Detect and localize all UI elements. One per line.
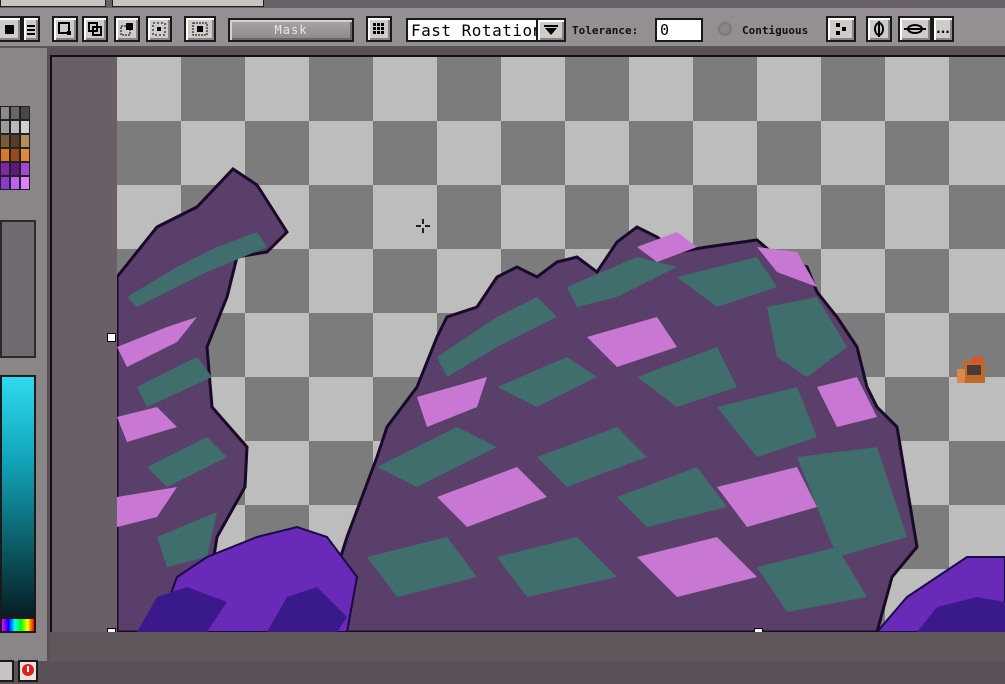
swap-color-button[interactable]: [0, 660, 14, 682]
lines-icon: [27, 25, 35, 35]
flip-h-button[interactable]: [866, 16, 892, 42]
canvas-bottom-bar: [50, 632, 1005, 661]
grid-select-icon: [152, 22, 166, 36]
palette-swatch[interactable]: [20, 176, 30, 190]
solid-square-icon: [5, 25, 14, 34]
tolerance-input[interactable]: 0: [655, 18, 703, 42]
palette-swatch[interactable]: [10, 176, 20, 190]
palette-swatch[interactable]: [20, 148, 30, 162]
contiguous-label: Contiguous: [742, 24, 809, 37]
palette-swatch[interactable]: [0, 176, 10, 190]
palette-swatch[interactable]: [20, 162, 30, 176]
grid-select-button[interactable]: [146, 16, 172, 42]
lasso-select-button[interactable]: [184, 16, 216, 42]
layers-panel: [0, 220, 36, 358]
magic-select-icon: [120, 23, 133, 36]
palette-swatch[interactable]: [0, 120, 10, 134]
left-tool-panel: [0, 48, 47, 682]
color-picker-field[interactable]: [0, 375, 36, 617]
alert-icon: [22, 664, 34, 676]
shape-select-button[interactable]: [82, 16, 108, 42]
document-tab-active[interactable]: [112, 0, 264, 7]
palette-swatch[interactable]: [10, 106, 20, 120]
transform-button[interactable]: [826, 16, 856, 42]
rotation-mode-value: Fast Rotation: [411, 21, 543, 40]
rotation-dropdown-button[interactable]: [536, 18, 566, 42]
palette-swatch[interactable]: [0, 162, 10, 176]
rect-select-icon: [58, 22, 71, 35]
flip-h-icon: [874, 21, 884, 37]
document-tab-strip: [0, 0, 1005, 8]
solid-square-button[interactable]: [0, 16, 22, 42]
color-palette: [0, 106, 30, 218]
pixel-art-mountains: [117, 167, 1005, 632]
flip-v-icon: [904, 24, 926, 34]
grid-button[interactable]: [366, 16, 392, 42]
palette-swatch[interactable]: [10, 148, 20, 162]
contiguous-radio-icon[interactable]: [718, 22, 732, 36]
lines-button[interactable]: [22, 16, 40, 42]
palette-swatch[interactable]: [10, 162, 20, 176]
palette-swatch[interactable]: [10, 134, 20, 148]
selection-toolbar: Mask Fast Rotation Tolerance: 0 Contiguo…: [0, 8, 1005, 48]
shape-select-icon: [88, 22, 102, 36]
palette-swatch[interactable]: [0, 134, 10, 148]
document-tab[interactable]: [0, 0, 106, 7]
palette-swatch[interactable]: [20, 106, 30, 120]
transform-icon: [836, 23, 846, 35]
lasso-select-icon: [192, 22, 208, 36]
palette-swatch[interactable]: [0, 148, 10, 162]
palette-swatch[interactable]: [20, 134, 30, 148]
grid-icon: [373, 23, 384, 34]
palette-swatch[interactable]: [0, 106, 10, 120]
tolerance-label: Tolerance:: [572, 24, 639, 37]
hue-slider[interactable]: [0, 617, 36, 633]
palette-swatch[interactable]: [20, 120, 30, 134]
drawing-canvas[interactable]: [117, 57, 1005, 632]
flip-v-button[interactable]: [898, 16, 932, 42]
rect-select-button[interactable]: [52, 16, 78, 42]
dropdown-arrow-icon: [544, 25, 558, 35]
rotation-mode-select[interactable]: Fast Rotation: [406, 18, 566, 42]
magic-select-button[interactable]: [114, 16, 140, 42]
more-options-button[interactable]: ...: [932, 16, 954, 42]
mask-button[interactable]: Mask: [228, 18, 354, 42]
alert-button[interactable]: [18, 660, 38, 682]
selection-handle-left[interactable]: [107, 333, 116, 342]
palette-swatch[interactable]: [10, 120, 20, 134]
